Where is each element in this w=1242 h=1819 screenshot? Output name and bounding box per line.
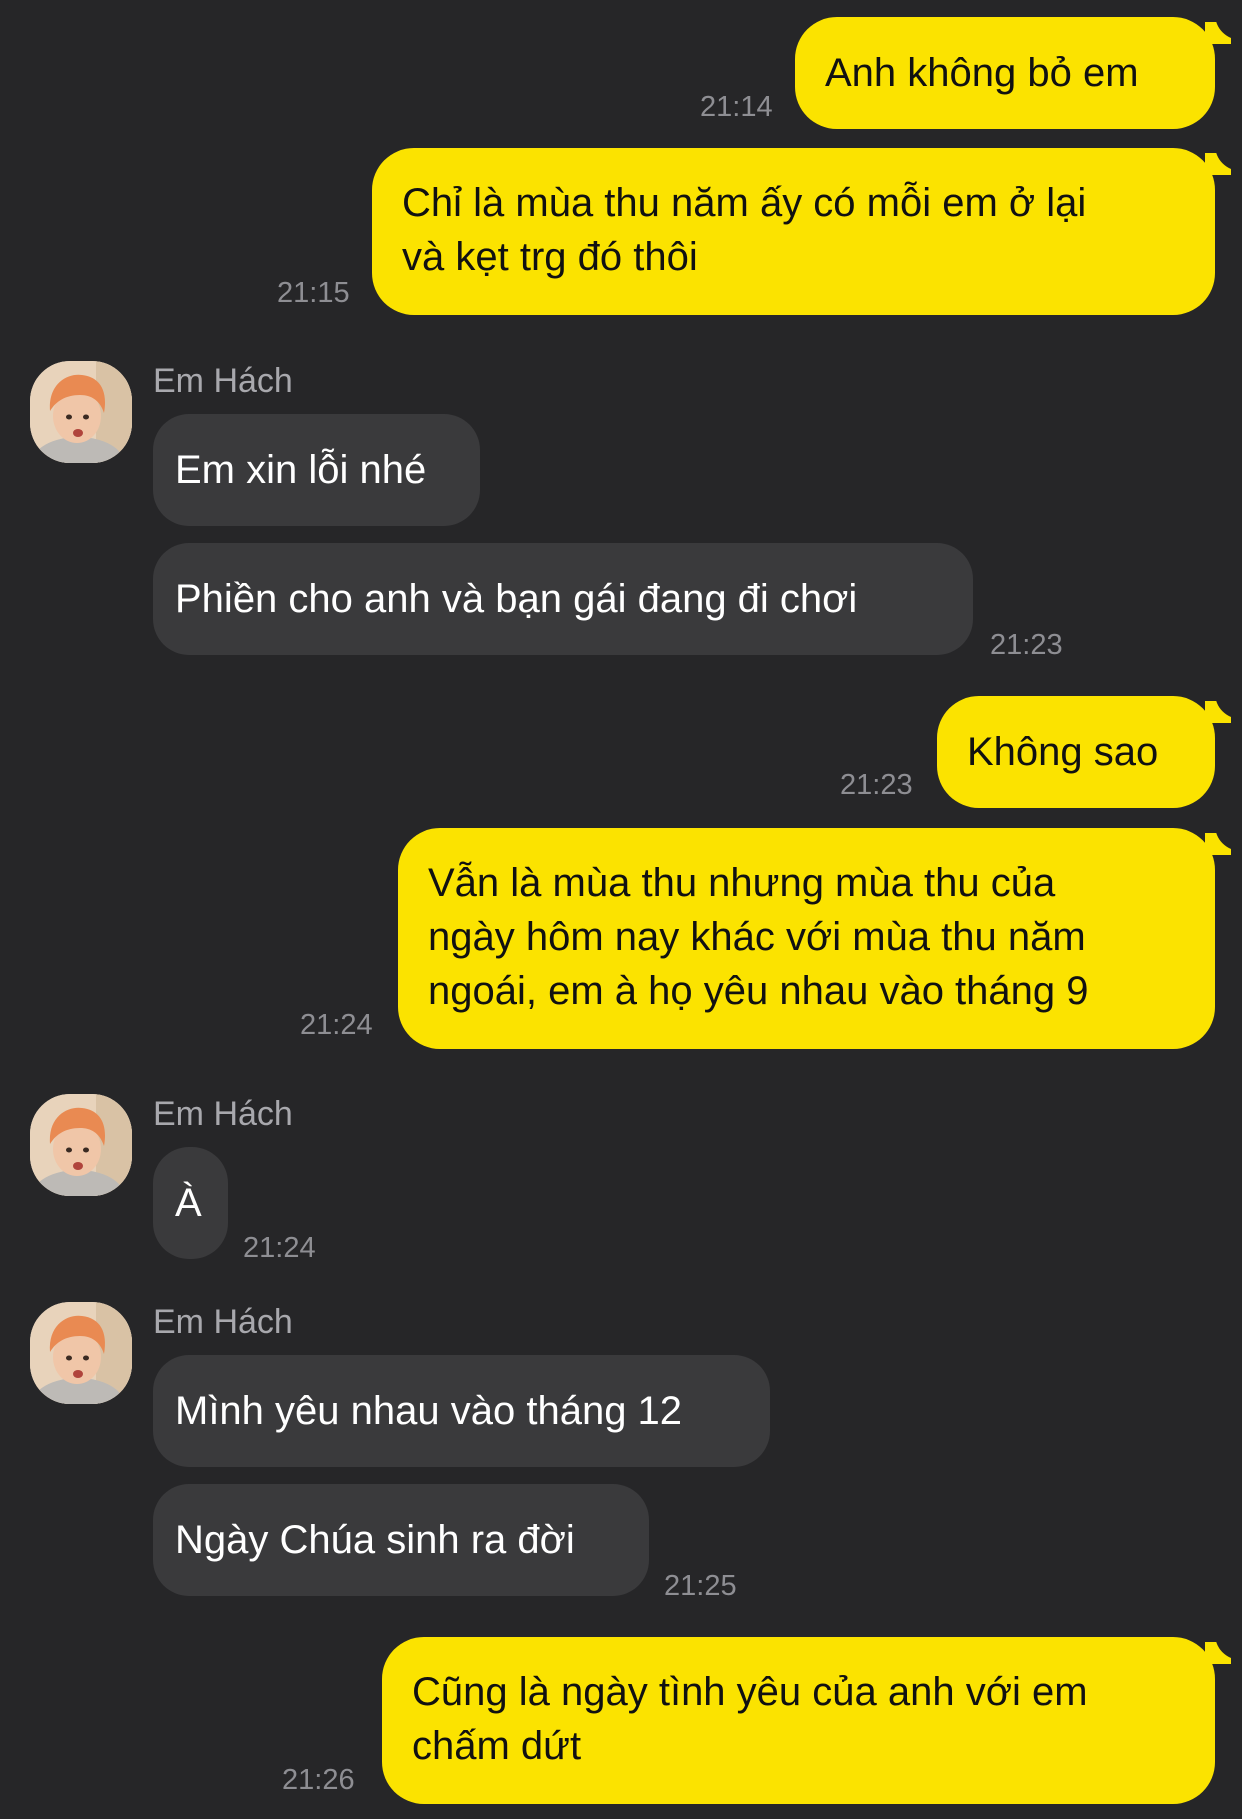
contact-avatar[interactable] [30, 1302, 132, 1404]
incoming-message-bubble[interactable]: Mình yêu nhau vào tháng 12 [153, 1355, 770, 1467]
message-text: À [175, 1181, 202, 1225]
message-timestamp: 21:26 [282, 1764, 355, 1796]
profile-photo-icon [30, 1302, 132, 1404]
message-timestamp: 21:14 [700, 91, 773, 123]
message-text: Chỉ là mùa thu năm ấy có mỗi em ở lại [402, 181, 1087, 225]
message-text: chấm dứt [412, 1724, 582, 1768]
sender-name: Em Hách [153, 362, 293, 400]
message-text: Không sao [967, 730, 1159, 774]
message-text: Mình yêu nhau vào tháng 12 [175, 1389, 683, 1433]
message-timestamp: 21:24 [243, 1232, 316, 1264]
contact-avatar[interactable] [30, 361, 132, 463]
outgoing-message-bubble[interactable]: Cũng là ngày tình yêu của anh với em chấ… [382, 1637, 1215, 1804]
outgoing-message-bubble[interactable]: Chỉ là mùa thu năm ấy có mỗi em ở lại và… [372, 148, 1215, 315]
message-timestamp: 21:25 [664, 1570, 737, 1602]
bubble-tail [1205, 1634, 1241, 1664]
outgoing-message-bubble[interactable]: Vẫn là mùa thu nhưng mùa thu của ngày hô… [398, 828, 1215, 1049]
message-timestamp: 21:23 [990, 629, 1063, 661]
message-text: và kẹt trg đó thôi [402, 235, 698, 279]
message-text: Phiền cho anh và bạn gái đang đi chơi [175, 577, 858, 621]
chat-thread: Anh không bỏ em 21:14 Chỉ là mùa thu năm… [0, 0, 1242, 1819]
message-text: Anh không bỏ em [825, 51, 1139, 95]
message-text: ngày hôm nay khác với mùa thu năm [428, 915, 1086, 959]
contact-avatar[interactable] [30, 1094, 132, 1196]
message-text: Cũng là ngày tình yêu của anh với em [412, 1670, 1088, 1714]
message-timestamp: 21:24 [300, 1009, 373, 1041]
outgoing-message-bubble[interactable]: Không sao [937, 696, 1215, 808]
profile-photo-icon [30, 361, 132, 463]
incoming-message-bubble[interactable]: Ngày Chúa sinh ra đời [153, 1484, 649, 1596]
message-timestamp: 21:15 [277, 277, 350, 309]
bubble-tail [1205, 145, 1241, 175]
profile-photo-icon [30, 1094, 132, 1196]
message-text: Em xin lỗi nhé [175, 448, 427, 492]
incoming-message-bubble[interactable]: À [153, 1147, 228, 1259]
incoming-message-bubble[interactable]: Phiền cho anh và bạn gái đang đi chơi [153, 543, 973, 655]
bubble-tail [1205, 693, 1241, 723]
incoming-message-bubble[interactable]: Em xin lỗi nhé [153, 414, 480, 526]
message-text: Vẫn là mùa thu nhưng mùa thu của [428, 861, 1056, 905]
message-text: ngoái, em à họ yêu nhau vào tháng 9 [428, 969, 1089, 1013]
bubble-tail [1205, 825, 1241, 855]
bubble-tail [1205, 14, 1241, 44]
sender-name: Em Hách [153, 1095, 293, 1133]
sender-name: Em Hách [153, 1303, 293, 1341]
message-text: Ngày Chúa sinh ra đời [175, 1518, 575, 1562]
outgoing-message-bubble[interactable]: Anh không bỏ em [795, 17, 1215, 129]
message-timestamp: 21:23 [840, 769, 913, 801]
